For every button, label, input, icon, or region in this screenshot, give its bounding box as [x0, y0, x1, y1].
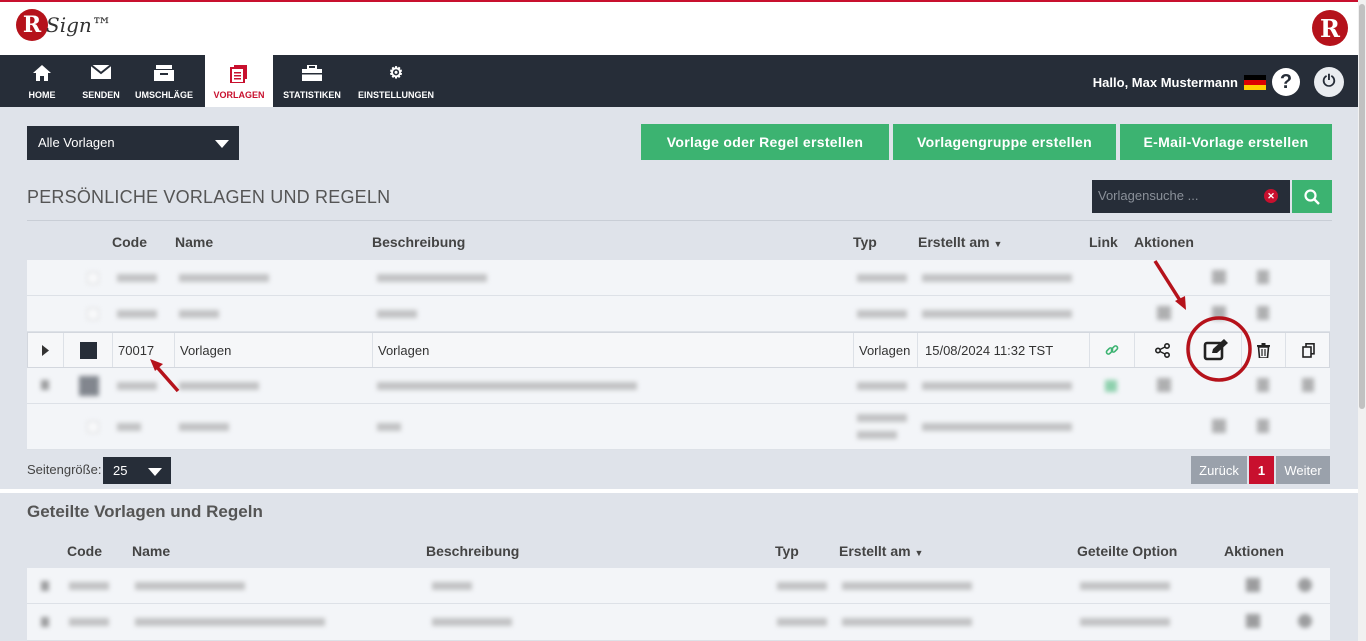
arrow-to-code-annotation — [150, 359, 180, 393]
edit-highlight-circle — [1186, 316, 1252, 382]
annotation-overlay — [150, 260, 1252, 393]
arrow-to-edit-annotation — [1153, 260, 1186, 310]
